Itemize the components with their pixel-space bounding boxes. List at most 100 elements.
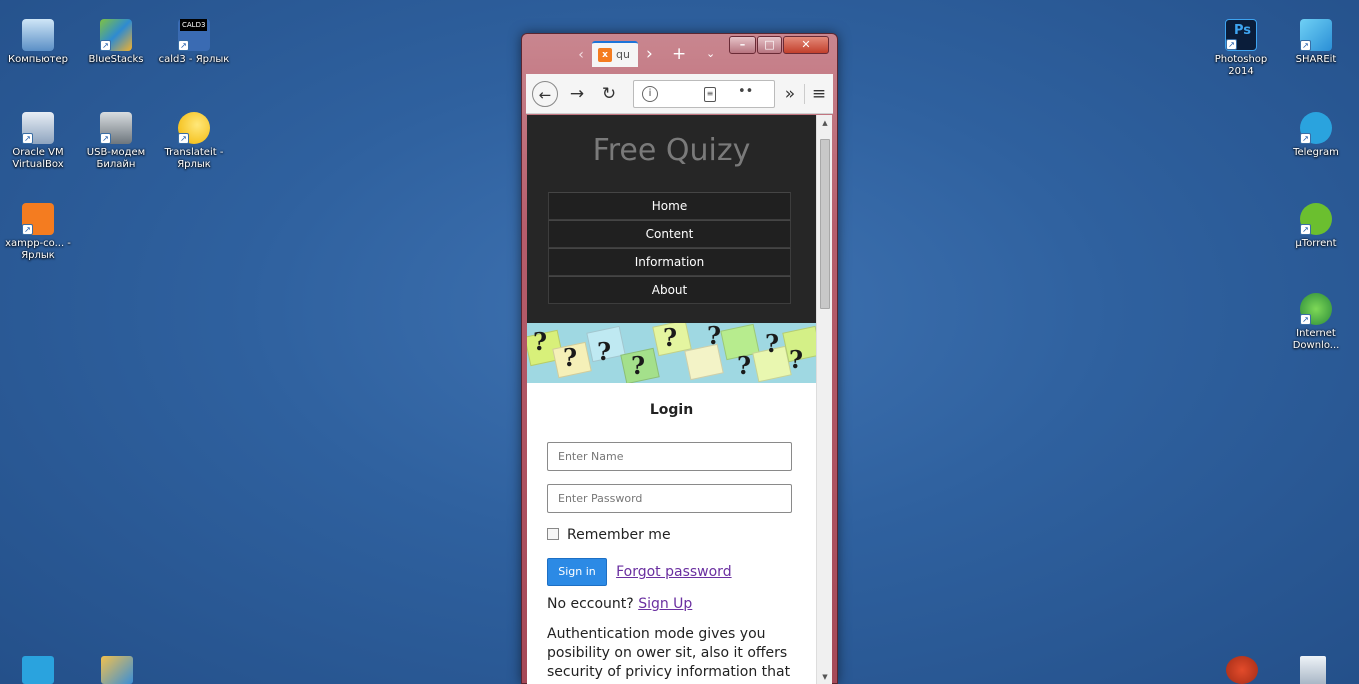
- tab-list-dropdown-icon[interactable]: ⌄: [706, 43, 715, 65]
- question-mark: ?: [597, 337, 612, 366]
- shareit-icon: ↗: [1300, 19, 1332, 51]
- info-icon[interactable]: i: [642, 86, 658, 102]
- no-account-row: No eccount? Sign Up: [547, 596, 796, 616]
- desktop-icon-xampp[interactable]: ↗ xampp-co... - Ярлык: [1, 203, 75, 262]
- login-title: Login: [649, 402, 694, 418]
- back-button[interactable]: ←: [532, 81, 558, 107]
- computer-icon: [22, 19, 54, 51]
- url-bar[interactable]: i ≡ ••: [633, 80, 775, 108]
- telegram-icon: ↗: [1300, 112, 1332, 144]
- login-form: Login Enter Name Enter Password Remember…: [527, 402, 816, 682]
- new-tab-button[interactable]: +: [672, 43, 686, 65]
- desktop-icon-bottom-2[interactable]: [101, 656, 133, 684]
- remember-me[interactable]: Remember me: [547, 524, 796, 546]
- desktop-icon-usb-modem[interactable]: ↗ USB-модем Билайн: [79, 112, 153, 171]
- desktop-icon-translateit[interactable]: ↗ Translateit - Ярлык: [157, 112, 231, 171]
- desktop-icon-bottom-1[interactable]: [22, 656, 54, 684]
- usb-modem-icon: ↗: [100, 112, 132, 144]
- desktop-icon-cald3[interactable]: CALD3 ↗ cald3 - Ярлык: [157, 19, 231, 66]
- desktop-icon-photoshop[interactable]: Ps ↗ Photoshop 2014: [1204, 19, 1278, 78]
- close-button[interactable]: ✕: [783, 36, 829, 54]
- password-input[interactable]: Enter Password: [547, 484, 792, 513]
- question-mark: ?: [563, 343, 578, 372]
- cald3-icon: CALD3 ↗: [178, 19, 210, 51]
- name-input[interactable]: Enter Name: [547, 442, 792, 471]
- utorrent-icon: ↗: [1300, 203, 1332, 235]
- scroll-down-arrow-icon[interactable]: ▼: [817, 673, 832, 681]
- remember-me-checkbox[interactable]: [547, 528, 559, 540]
- question-mark: ?: [663, 323, 678, 352]
- vertical-scrollbar[interactable]: ▲ ▼: [816, 115, 832, 684]
- web-page: Free Quizy Home Content Information Abou…: [527, 115, 816, 682]
- desktop-icon-label: Oracle VM VirtualBox: [12, 147, 64, 170]
- navigation-toolbar: ← → ↻ i ≡ •• » ≡: [526, 74, 833, 114]
- question-mark: ?: [789, 345, 804, 374]
- question-marks-banner: ? ? ? ? ? ? ? ? ?: [527, 323, 816, 383]
- hamburger-menu-icon[interactable]: ≡: [809, 81, 829, 107]
- desktop-icon-label: cald3 - Ярлык: [158, 54, 230, 65]
- desktop-icon-label: USB-модем Билайн: [86, 147, 146, 170]
- scroll-thumb[interactable]: [820, 139, 830, 309]
- tab-active[interactable]: x qu: [592, 41, 638, 67]
- menu-item-about[interactable]: About: [548, 276, 791, 304]
- tab-scroll-right-button[interactable]: ›: [646, 43, 653, 65]
- question-mark: ?: [765, 329, 780, 358]
- site-title: Free Quizy: [592, 133, 751, 168]
- bluestacks-icon: ↗: [100, 19, 132, 51]
- idm-icon: ↗: [1300, 293, 1332, 325]
- reload-button[interactable]: ↻: [598, 81, 620, 107]
- menu-item-content[interactable]: Content: [548, 220, 791, 248]
- tab-scroll-left-button[interactable]: ‹: [572, 44, 590, 66]
- no-account-text: No eccount?: [547, 596, 634, 612]
- main-menu: Home Content Information About: [548, 192, 791, 304]
- desktop-icon-utorrent[interactable]: ↗ µTorrent: [1279, 203, 1353, 250]
- desktop-icon-label: Internet Downlo...: [1292, 328, 1340, 351]
- sign-in-button[interactable]: Sign in: [547, 558, 607, 586]
- photoshop-icon: Ps ↗: [1225, 19, 1257, 51]
- tab-title: qu: [616, 48, 630, 61]
- question-mark: ?: [533, 327, 548, 356]
- photoshop-badge: Ps: [1234, 23, 1252, 38]
- menu-item-information[interactable]: Information: [548, 248, 791, 276]
- desktop-icon-label: Telegram: [1293, 147, 1339, 158]
- translateit-icon: ↗: [178, 112, 210, 144]
- desktop-icon-label: Translateit - Ярлык: [164, 147, 224, 170]
- scroll-up-arrow-icon[interactable]: ▲: [817, 119, 832, 127]
- question-mark: ?: [737, 351, 752, 380]
- menu-item-home[interactable]: Home: [548, 192, 791, 220]
- forgot-password-link[interactable]: Forgot password: [616, 564, 732, 580]
- desktop-icon-label: BlueStacks: [88, 54, 144, 65]
- question-mark: ?: [707, 323, 722, 350]
- maximize-button[interactable]: □: [757, 36, 782, 54]
- overflow-chevron-icon[interactable]: »: [780, 81, 800, 107]
- desktop-icon-shareit[interactable]: ↗ SHAREit: [1279, 19, 1353, 66]
- browser-window[interactable]: ‹ x qu › + ⌄ – □ ✕ ← → ↻ i ≡ •• » ≡ Free…: [521, 33, 838, 684]
- reader-view-icon[interactable]: ≡: [704, 87, 716, 102]
- desktop-icon-label: xampp-co... - Ярлык: [5, 238, 71, 261]
- remember-me-label: Remember me: [567, 527, 671, 543]
- cald3-badge: CALD3: [180, 19, 208, 31]
- desktop-icon-label: µTorrent: [1295, 238, 1337, 249]
- desktop-icon-label: SHAREit: [1295, 54, 1337, 65]
- forward-button[interactable]: →: [566, 81, 588, 107]
- xampp-favicon-icon: x: [598, 48, 612, 62]
- desktop-icon-idm[interactable]: ↗ Internet Downlo...: [1279, 293, 1353, 352]
- page-actions-icon[interactable]: ••: [738, 84, 753, 99]
- desktop-icon-bottom-3[interactable]: [1226, 656, 1258, 684]
- toolbar-separator: [804, 84, 805, 104]
- question-mark: ?: [631, 351, 646, 380]
- desktop-icon-label: Photoshop 2014: [1214, 54, 1268, 77]
- desktop-icon-telegram[interactable]: ↗ Telegram: [1279, 112, 1353, 159]
- sign-up-link[interactable]: Sign Up: [638, 596, 692, 612]
- virtualbox-icon: ↗: [22, 112, 54, 144]
- recycle-bin-icon[interactable]: [1300, 656, 1326, 684]
- minimize-button[interactable]: –: [729, 36, 756, 54]
- desktop-icon-label: Компьютер: [8, 54, 68, 65]
- tab-strip: ‹ x qu › + ⌄ – □ ✕: [522, 34, 837, 74]
- desktop-icon-computer[interactable]: Компьютер: [1, 19, 75, 66]
- desktop-icon-bluestacks[interactable]: ↗ BlueStacks: [79, 19, 153, 66]
- site-header: Free Quizy Home Content Information Abou…: [527, 115, 816, 323]
- page-viewport: Free Quizy Home Content Information Abou…: [527, 115, 832, 684]
- signin-row: Sign in Forgot password: [547, 558, 796, 586]
- desktop-icon-virtualbox[interactable]: ↗ Oracle VM VirtualBox: [1, 112, 75, 171]
